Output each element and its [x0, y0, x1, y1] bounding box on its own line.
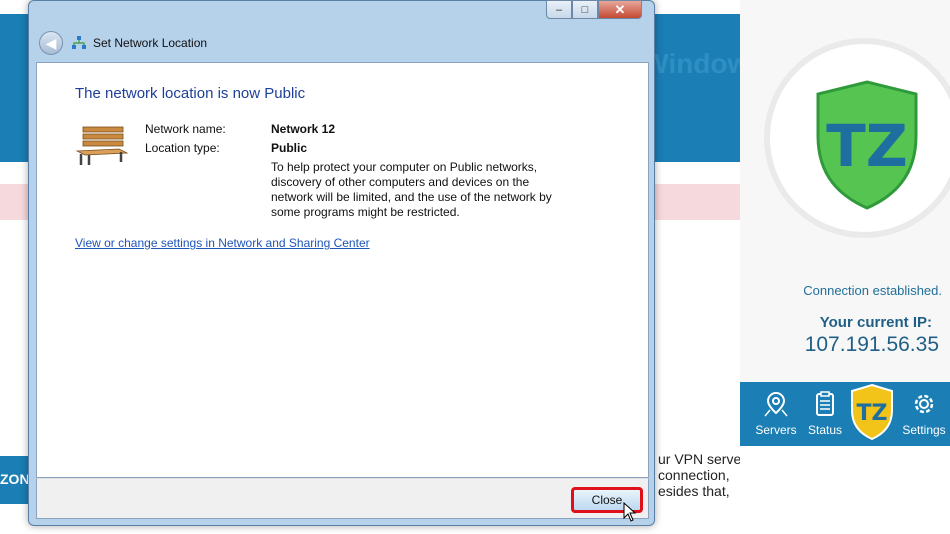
nav-status[interactable]: Status [799, 382, 851, 446]
web-text-line: connection, [658, 467, 730, 483]
maximize-button[interactable]: □ [572, 0, 598, 19]
network-name-value: Network 12 [271, 122, 336, 136]
clipboard-icon [816, 391, 834, 416]
back-arrow-icon: ◀ [45, 34, 57, 51]
tz-shield-logo-icon: TZ [816, 80, 918, 210]
web-text-line: ur VPN servers [658, 451, 740, 467]
ip-label: Your current IP: [819, 314, 932, 331]
nav-home[interactable]: TZ [848, 382, 896, 446]
nav-servers[interactable]: Servers [750, 382, 802, 446]
mouse-cursor-icon [623, 502, 637, 522]
nav-status-label: Status [807, 423, 843, 437]
ip-address: 107.191.56.35 [804, 333, 939, 356]
network-icon [72, 36, 86, 49]
tz-shield-icon: TZ [851, 383, 893, 441]
vpn-status-area: TZ Connection established. Your current … [740, 0, 950, 382]
web-body-text: ur VPN servers connection, esides that, [658, 451, 740, 499]
svg-text:TZ: TZ [826, 112, 908, 180]
window-controls: – □ ✕ [546, 0, 642, 20]
svg-text:TZ: TZ [857, 401, 888, 426]
nav-servers-label: Servers [755, 423, 797, 437]
window-close-button[interactable]: ✕ [598, 0, 642, 19]
location-type-label: Location type: [145, 141, 220, 155]
nav-settings[interactable]: Settings [898, 382, 950, 446]
network-name-label: Network name: [145, 122, 226, 136]
dialog-heading: The network location is now Public [75, 85, 306, 102]
back-button[interactable]: ◀ [39, 31, 63, 55]
connection-status: Connection established. [803, 283, 942, 298]
gear-icon [914, 394, 934, 414]
nav-settings-label: Settings [902, 423, 946, 437]
map-pin-icon [764, 391, 788, 417]
location-type-value: Public [271, 141, 308, 155]
dialog-content: The network location is now Public Netwo… [36, 62, 649, 478]
location-description: To help protect your computer on Public … [271, 160, 552, 219]
web-text-line: esides that, [658, 483, 730, 499]
set-network-location-dialog: – □ ✕ ◀ Set Network Location The network… [28, 0, 655, 526]
park-bench-icon [75, 126, 129, 165]
dialog-footer: Close [36, 478, 649, 519]
vpn-bottom-nav: Servers Status TZ Settings [740, 382, 950, 446]
dialog-title: Set Network Location [93, 36, 208, 50]
network-sharing-center-link[interactable]: View or change settings in Network and S… [75, 236, 370, 250]
minimize-button[interactable]: – [546, 0, 572, 19]
vpn-client-panel: TZ Connection established. Your current … [740, 0, 950, 446]
